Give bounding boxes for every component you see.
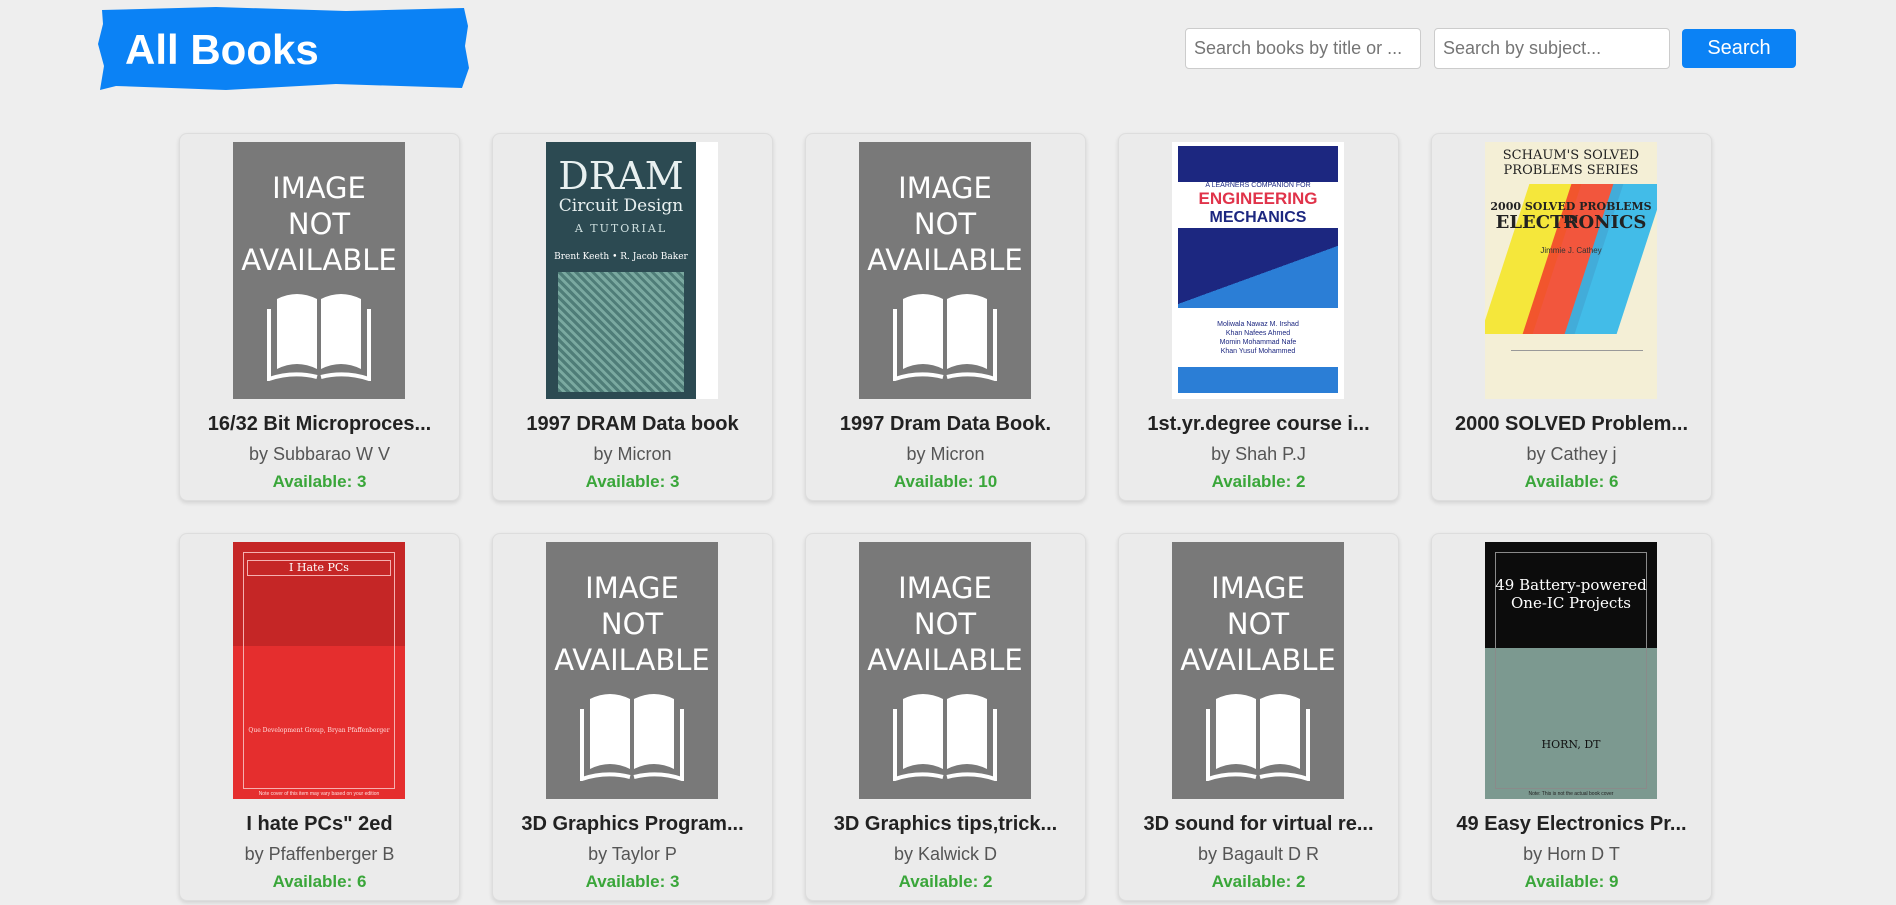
cover-text: Moliwala Nawaz M. Irshad Khan Nafees Ahm… <box>1217 321 1299 355</box>
book-title[interactable]: 1997 Dram Data Book. <box>816 413 1075 436</box>
open-book-icon <box>893 694 997 781</box>
image-not-available-cover: IMAGE NOT AVAILABLE <box>859 542 1031 799</box>
cover-text: I Hate PCs <box>247 560 391 576</box>
book-author: by Subbarao W V <box>248 444 391 464</box>
availability-count: Available: 3 <box>585 872 680 891</box>
cover-text: SCHAUM'S SOLVED PROBLEMS SERIES <box>1502 148 1640 178</box>
open-book-icon <box>1206 694 1310 781</box>
book-card[interactable]: A LEARNERS COMPANION FOR ENGINEERING MEC… <box>1118 133 1399 501</box>
book-card[interactable]: SCHAUM'S SOLVED PROBLEMS SERIES 2000 SOL… <box>1431 133 1712 501</box>
page-title-banner: All Books <box>96 6 470 92</box>
book-card[interactable]: I Hate PCs Que Development Group, Bryan … <box>179 533 460 901</box>
book-author: by Micron <box>906 444 985 464</box>
book-card[interactable]: IMAGE NOT AVAILABLE 3D Graphics tips,tri… <box>805 533 1086 901</box>
availability-count: Available: 6 <box>1524 472 1619 491</box>
chip-illustration <box>558 272 684 392</box>
book-title[interactable]: 1st.yr.degree course i... <box>1129 413 1388 436</box>
cover-text: DRAM <box>558 154 684 198</box>
book-author: by Taylor P <box>588 844 677 864</box>
engineering-mechanics-cover: A LEARNERS COMPANION FOR ENGINEERING MEC… <box>1172 142 1344 399</box>
open-book-icon <box>267 294 371 381</box>
cover-text: 49 Battery-powered One-IC Projects <box>1495 576 1647 612</box>
battery-projects-cover: 49 Battery-powered One-IC Projects HORN,… <box>1485 542 1657 799</box>
availability-count: Available: 2 <box>898 872 993 891</box>
i-hate-pcs-cover: I Hate PCs Que Development Group, Bryan … <box>233 542 405 799</box>
cover-text: IMAGE <box>272 171 366 205</box>
cover-text: A TUTORIAL <box>574 222 668 235</box>
cover-text: ELECTRONICS <box>1495 212 1647 233</box>
search-subject-input[interactable] <box>1434 28 1670 69</box>
cover-text: Note: This is not the actual book cover <box>1528 791 1614 797</box>
cover-text: AVAILABLE <box>554 643 710 677</box>
cover-text: NOT <box>600 607 664 641</box>
cover-text: Que Development Group, Bryan Pfaffenberg… <box>248 727 390 734</box>
book-card[interactable]: IMAGE NOT AVAILABLE 16/32 Bit Microproce… <box>179 133 460 501</box>
image-not-available-cover: IMAGE NOT AVAILABLE <box>233 142 405 399</box>
book-title[interactable]: 49 Easy Electronics Pr... <box>1442 813 1701 836</box>
dram-circuit-design-cover: DRAM Circuit Design A TUTORIAL Brent Kee… <box>546 142 718 399</box>
cover-text: AVAILABLE <box>867 243 1023 277</box>
cover-text: NOT <box>913 207 977 241</box>
cover-text: IMAGE <box>898 571 992 605</box>
availability-count: Available: 10 <box>893 472 998 491</box>
cover-text: IMAGE <box>585 571 679 605</box>
cover-text: Brent Keeth • R. Jacob Baker <box>554 252 688 262</box>
image-not-available-cover: IMAGE NOT AVAILABLE <box>546 542 718 799</box>
open-book-icon <box>893 294 997 381</box>
cover-text: Circuit Design <box>558 196 684 216</box>
book-title[interactable]: 3D Graphics tips,trick... <box>816 813 1075 836</box>
book-card[interactable]: DRAM Circuit Design A TUTORIAL Brent Kee… <box>492 133 773 501</box>
book-author: by Cathey j <box>1526 444 1617 464</box>
cover-text: NOT <box>913 607 977 641</box>
book-grid: IMAGE NOT AVAILABLE 16/32 Bit Microproce… <box>179 133 1712 901</box>
book-author: by Horn D T <box>1523 844 1620 864</box>
open-book-icon <box>580 694 684 781</box>
book-author: by Kalwick D <box>893 844 998 864</box>
availability-count: Available: 6 <box>272 872 367 891</box>
search-button[interactable]: Search <box>1682 29 1796 68</box>
image-not-available-cover: IMAGE NOT AVAILABLE <box>859 142 1031 399</box>
availability-count: Available: 2 <box>1211 872 1306 891</box>
cover-text: A LEARNERS COMPANION FOR <box>1205 182 1311 189</box>
book-title[interactable]: 2000 SOLVED Problem... <box>1442 413 1701 436</box>
availability-count: Available: 3 <box>585 472 680 491</box>
schaums-electronics-cover: SCHAUM'S SOLVED PROBLEMS SERIES 2000 SOL… <box>1485 142 1657 399</box>
header: All Books Search <box>0 0 1896 100</box>
book-title[interactable]: I hate PCs" 2ed <box>190 813 449 836</box>
book-title[interactable]: 3D Graphics Program... <box>503 813 762 836</box>
cover-text: AVAILABLE <box>867 643 1023 677</box>
book-card[interactable]: IMAGE NOT AVAILABLE 1997 Dram Data Book.… <box>805 133 1086 501</box>
availability-count: Available: 9 <box>1524 872 1619 891</box>
book-author: by Bagault D R <box>1197 844 1320 864</box>
book-author: by Pfaffenberger B <box>244 844 395 864</box>
cover-text: IMAGE <box>1211 571 1305 605</box>
book-title[interactable]: 1997 DRAM Data book <box>503 413 762 436</box>
book-author: by Shah P.J <box>1211 444 1306 464</box>
page-title: All Books <box>125 26 319 73</box>
cover-text: Jimmie J. Cathey <box>1540 246 1602 255</box>
book-author: by Micron <box>593 444 672 464</box>
book-card[interactable]: IMAGE NOT AVAILABLE 3D sound for virtual… <box>1118 533 1399 901</box>
cover-text: ENGINEERING <box>1198 189 1318 208</box>
cover-text: AVAILABLE <box>241 243 397 277</box>
cover-text: HORN, DT <box>1541 738 1601 751</box>
image-not-available-cover: IMAGE NOT AVAILABLE <box>1172 542 1344 799</box>
cover-text: NOT <box>1226 607 1290 641</box>
availability-count: Available: 2 <box>1211 472 1306 491</box>
book-card[interactable]: IMAGE NOT AVAILABLE 3D Graphics Program.… <box>492 533 773 901</box>
book-title[interactable]: 3D sound for virtual re... <box>1129 813 1388 836</box>
cover-text: Note cover of this item may vary based o… <box>258 791 380 797</box>
availability-count: Available: 3 <box>272 472 367 491</box>
search-title-input[interactable] <box>1185 28 1421 69</box>
cover-text: NOT <box>287 207 351 241</box>
cover-text: AVAILABLE <box>1180 643 1336 677</box>
book-title[interactable]: 16/32 Bit Microproces... <box>190 413 449 436</box>
cover-text: IMAGE <box>898 171 992 205</box>
cover-text: MECHANICS <box>1209 209 1307 226</box>
book-card[interactable]: 49 Battery-powered One-IC Projects HORN,… <box>1431 533 1712 901</box>
